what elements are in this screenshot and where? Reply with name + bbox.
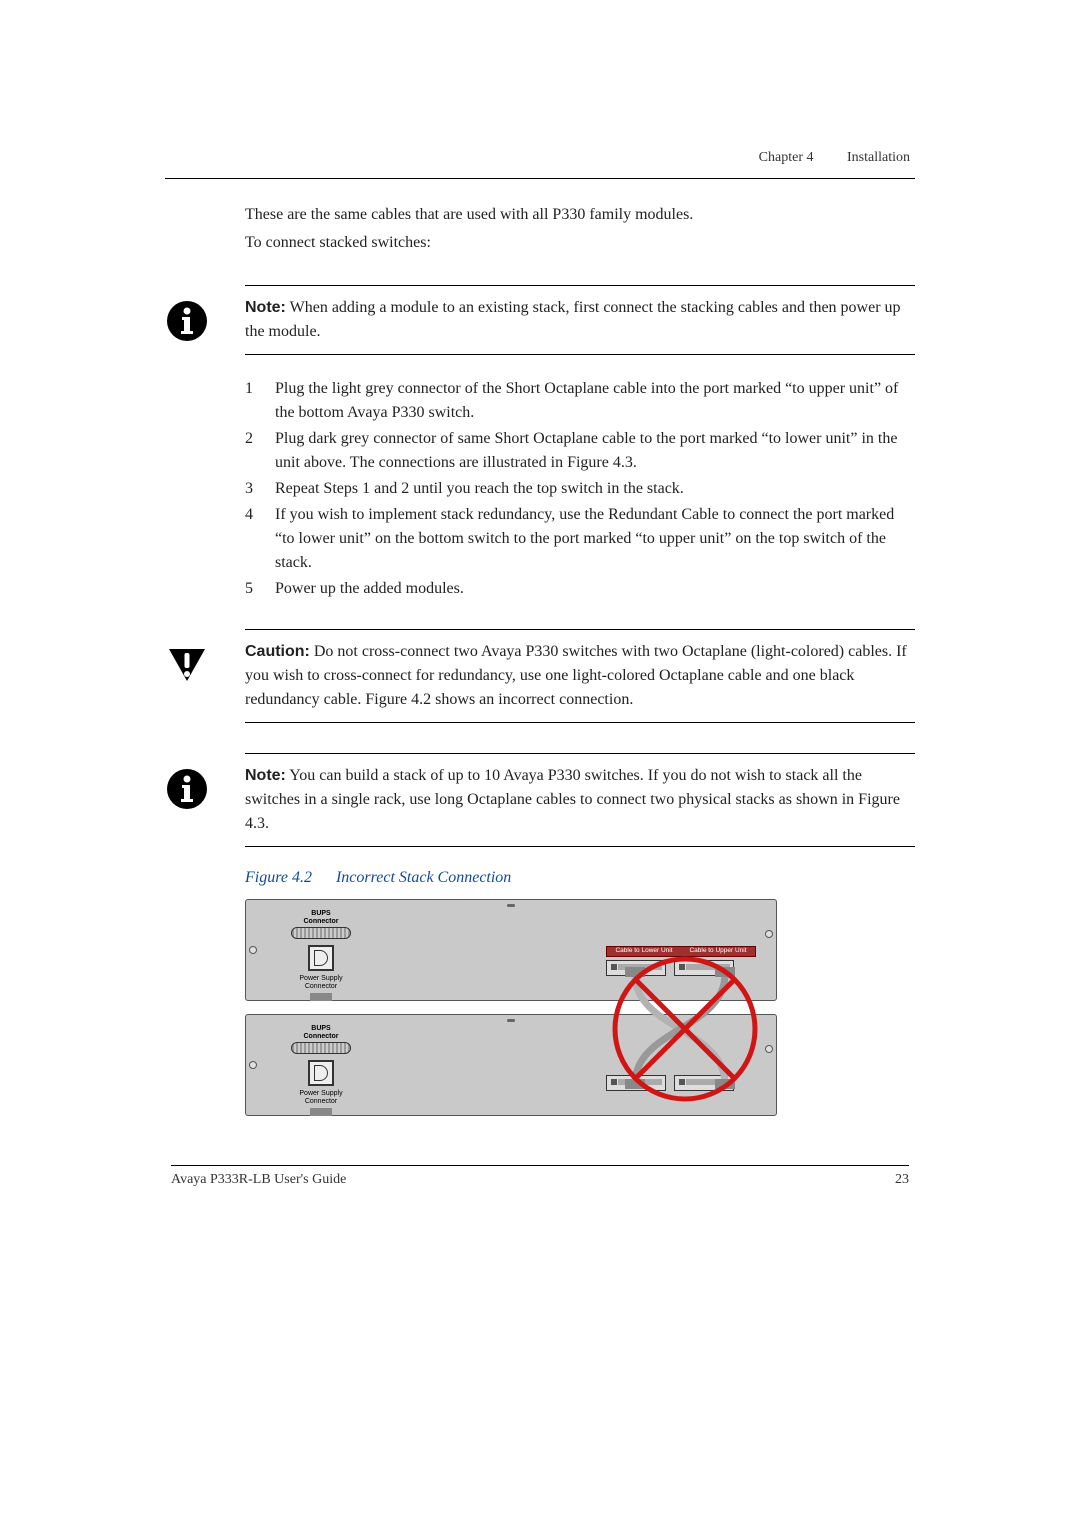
note-label: Note:: [245, 767, 286, 784]
step-1: 1 Plug the light grey connector of the S…: [245, 377, 915, 425]
panel-left-bottom: BUPSConnector Power SupplyConnector: [271, 1025, 371, 1116]
intro-line-2: To connect stacked switches:: [245, 231, 915, 255]
caution-icon: [165, 643, 209, 687]
info-icon: [165, 767, 209, 811]
footer-rule: [171, 1165, 909, 1166]
caution-block: Caution: Do not cross-connect two Avaya …: [165, 629, 915, 723]
note-label: Note:: [245, 299, 286, 316]
caution-text: Do not cross-connect two Avaya P330 swit…: [245, 643, 907, 708]
intro-line-1: These are the same cables that are used …: [245, 203, 915, 227]
note-body-1: Note: When adding a module to an existin…: [245, 285, 915, 355]
figure-caption: Figure 4.2 Incorrect Stack Connection: [245, 869, 915, 887]
panel-left-top: BUPSConnector Power SupplyConnector: [271, 910, 371, 1001]
step-2: 2 Plug dark grey connector of same Short…: [245, 427, 915, 475]
port-area-top: Cable to Lower Unit Cable to Upper Unit: [606, 946, 756, 976]
page-footer: Avaya P333R-LB User's Guide 23: [165, 1172, 915, 1188]
port-area-bottom: xx: [606, 1061, 756, 1091]
header-rule: [165, 178, 915, 179]
port-lower: [606, 960, 666, 976]
switch-panel-bottom: BUPSConnector Power SupplyConnector xx: [245, 1014, 777, 1116]
intro-text: These are the same cables that are used …: [245, 203, 915, 255]
port-lower: [606, 1075, 666, 1091]
info-icon: [165, 299, 209, 343]
note-block-2: Note: You can build a stack of up to 10 …: [165, 753, 915, 847]
page-header: Chapter 4 Installation: [165, 150, 915, 166]
chapter-number: Chapter 4: [759, 150, 814, 165]
figure-4-2: BUPSConnector Power SupplyConnector Cabl…: [245, 899, 785, 1129]
note-block-1: Note: When adding a module to an existin…: [165, 285, 915, 355]
switch-panel-top: BUPSConnector Power SupplyConnector Cabl…: [245, 899, 777, 1001]
port-upper: [674, 1075, 734, 1091]
figure-number: Figure 4.2: [245, 869, 312, 886]
caution-body: Caution: Do not cross-connect two Avaya …: [245, 629, 915, 723]
step-3: 3 Repeat Steps 1 and 2 until you reach t…: [245, 477, 915, 501]
port-upper: [674, 960, 734, 976]
note-body-2: Note: You can build a stack of up to 10 …: [245, 753, 915, 847]
note-text: You can build a stack of up to 10 Avaya …: [245, 767, 900, 832]
step-4: 4 If you wish to implement stack redunda…: [245, 503, 915, 575]
caution-label: Caution:: [245, 643, 310, 660]
figure-title: Incorrect Stack Connection: [336, 869, 511, 886]
footer-guide: Avaya P333R-LB User's Guide: [171, 1172, 346, 1188]
steps-list: 1 Plug the light grey connector of the S…: [245, 377, 915, 601]
note-text: When adding a module to an existing stac…: [245, 299, 901, 340]
step-5: 5 Power up the added modules.: [245, 577, 915, 601]
chapter-title: Installation: [847, 150, 910, 165]
footer-page: 23: [895, 1172, 909, 1188]
